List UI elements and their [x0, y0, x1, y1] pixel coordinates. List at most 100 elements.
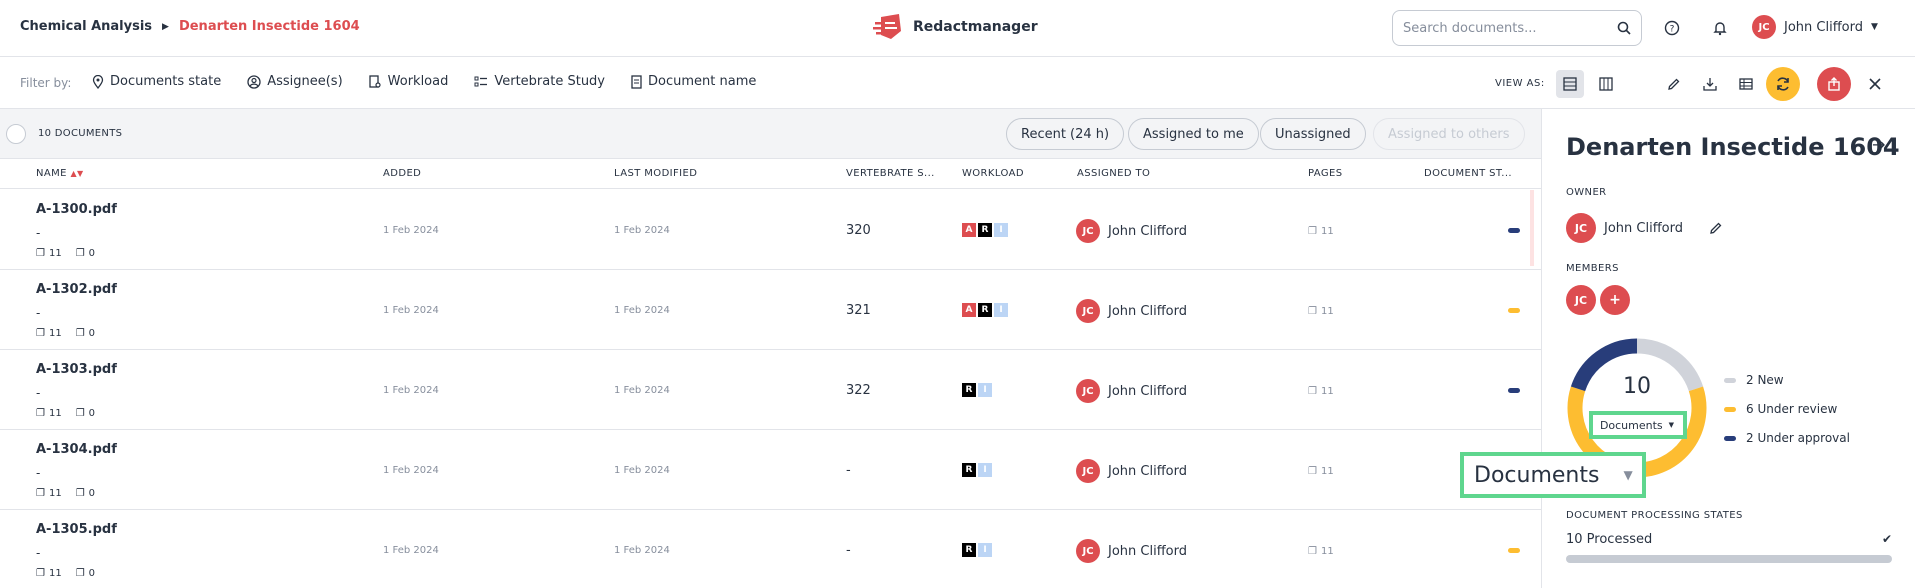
table-row[interactable]: A-1300.pdf - ❐ 11 ❐ 0 1 Feb 2024 1 Feb 202… — [0, 190, 1541, 270]
file-subtitle: - — [36, 386, 41, 400]
avatar: JC — [1076, 379, 1100, 403]
pages-icon: ❐ — [1308, 466, 1317, 477]
column-header-name[interactable]: NAME ▲▼ — [36, 168, 84, 179]
help-icon[interactable]: ? — [1661, 17, 1683, 39]
file-name[interactable]: A-1304.pdf — [36, 442, 117, 457]
breadcrumb-current[interactable]: Denarten Insectide 1604 — [179, 19, 360, 34]
added-date: 1 Feb 2024 — [383, 305, 439, 316]
assignee[interactable]: JC John Clifford — [1076, 539, 1187, 563]
workload-redaction-badge: R — [978, 223, 992, 237]
comments-icon: ❐ — [75, 408, 85, 419]
quick-filter-recent[interactable]: Recent (24 h) — [1006, 118, 1125, 150]
owner: JC John Clifford — [1566, 213, 1723, 243]
assignee-name: John Clifford — [1108, 383, 1187, 399]
pages-icon: ❐ — [36, 408, 45, 419]
pages-icon: ❐ — [36, 328, 45, 339]
user-menu[interactable]: JC John Clifford ▼ — [1752, 15, 1878, 39]
file-subtitle: - — [36, 226, 41, 240]
refresh-icon — [1777, 77, 1789, 91]
assignee[interactable]: JC John Clifford — [1076, 219, 1187, 243]
filter-vertebrate-study[interactable]: Vertebrate Study — [474, 74, 605, 89]
column-header-assigned-to[interactable]: ASSIGNED TO — [1077, 168, 1150, 179]
filter-document-name[interactable]: Document name — [631, 74, 756, 89]
file-name[interactable]: A-1302.pdf — [36, 282, 117, 297]
modified-date: 1 Feb 2024 — [614, 385, 670, 396]
search-icon[interactable] — [1617, 21, 1631, 35]
download-button[interactable] — [1696, 70, 1724, 98]
legend-item: 2 New — [1724, 373, 1850, 387]
workload-annotation-badge: A — [962, 303, 976, 317]
quick-filter-unassigned[interactable]: Unassigned — [1260, 118, 1366, 150]
top-bar: Chemical Analysis ▶ Denarten Insectide 1… — [0, 0, 1915, 57]
assignee-name: John Clifford — [1108, 543, 1187, 559]
column-header-workload[interactable]: WORKLOAD — [962, 168, 1024, 179]
list-view-icon — [1563, 77, 1577, 91]
column-header-last-modified[interactable]: LAST MODIFIED — [614, 168, 697, 179]
filter-assignees[interactable]: Assignee(s) — [247, 74, 343, 89]
workload-redaction-badge: R — [962, 383, 976, 397]
assignee[interactable]: JC John Clifford — [1076, 299, 1187, 323]
column-header-vertebrate-study[interactable]: VERTEBRATE S... — [846, 168, 935, 179]
assignee[interactable]: JC John Clifford — [1076, 379, 1187, 403]
list-view-button[interactable] — [1556, 70, 1584, 98]
member-avatar[interactable]: JC — [1566, 285, 1596, 315]
processing-label: DOCUMENT PROCESSING STATES — [1566, 510, 1743, 521]
document-status-indicator — [1508, 228, 1520, 233]
pages-icon: ❐ — [36, 568, 45, 579]
vertebrate-study-value: 321 — [846, 303, 871, 318]
user-circle-icon — [247, 74, 261, 89]
sort-icon[interactable]: ▲▼ — [70, 169, 83, 178]
zoom-label: Documents — [1474, 462, 1600, 488]
page-count: ❐ 11 — [1308, 306, 1334, 317]
column-header-document-status[interactable]: DOCUMENT ST... — [1424, 168, 1512, 179]
quick-filter-assigned-to-me[interactable]: Assigned to me — [1128, 118, 1259, 150]
workload-redaction-badge: R — [962, 463, 976, 477]
filter-workload[interactable]: Workload — [369, 74, 448, 89]
members-label: MEMBERS — [1566, 263, 1619, 274]
vertebrate-study-value: - — [846, 543, 851, 558]
document-count: 10 DOCUMENTS — [38, 128, 123, 139]
file-name[interactable]: A-1303.pdf — [36, 362, 117, 377]
table-row[interactable]: A-1305.pdf - ❐ 11 ❐ 0 1 Feb 2024 1 Feb 202… — [0, 510, 1541, 588]
view-as-label: VIEW AS: — [1495, 78, 1545, 89]
table-row[interactable]: A-1304.pdf - ❐ 11 ❐ 0 1 Feb 2024 1 Feb 202… — [0, 430, 1541, 510]
filter-documents-state[interactable]: Documents state — [92, 74, 221, 89]
select-all-checkbox[interactable] — [6, 124, 26, 144]
workload-redaction-badge: R — [978, 303, 992, 317]
columns-icon — [1599, 77, 1613, 91]
workload-badges: ARI — [962, 223, 1008, 237]
quick-filter-assigned-to-others[interactable]: Assigned to others — [1373, 118, 1525, 150]
pages-icon: ❐ — [1308, 546, 1317, 557]
add-member-button[interactable]: + — [1600, 285, 1630, 315]
arrow-right-icon[interactable]: → — [1872, 135, 1885, 154]
brand-logo[interactable]: Redactmanager — [873, 13, 1038, 41]
board-view-button[interactable] — [1592, 70, 1620, 98]
breadcrumb-root[interactable]: Chemical Analysis — [20, 19, 152, 34]
file-name[interactable]: A-1300.pdf — [36, 202, 117, 217]
bell-icon[interactable] — [1709, 17, 1731, 39]
table-row[interactable]: A-1302.pdf - ❐ 11 ❐ 0 1 Feb 2024 1 Feb 202… — [0, 270, 1541, 350]
pages-icon: ❐ — [36, 488, 45, 499]
filter-bar: Filter by: Documents state Assignee(s) W… — [0, 57, 1915, 109]
upload-icon — [1828, 77, 1840, 91]
close-button[interactable] — [1858, 67, 1892, 101]
redact-logo-icon — [873, 14, 901, 39]
edit-button[interactable] — [1660, 70, 1688, 98]
table-row[interactable]: A-1303.pdf - ❐ 11 ❐ 0 1 Feb 2024 1 Feb 202… — [0, 350, 1541, 430]
file-meta: ❐ 11 ❐ 0 — [36, 248, 96, 259]
upload-button[interactable] — [1817, 67, 1851, 101]
file-name[interactable]: A-1305.pdf — [36, 522, 117, 537]
pencil-icon[interactable] — [1709, 221, 1723, 235]
workload-badges: ARI — [962, 303, 1008, 317]
donut-legend: 2 New 6 Under review 2 Under approval — [1724, 373, 1850, 460]
table-export-button[interactable] — [1732, 70, 1760, 98]
reanalyze-button[interactable] — [1766, 67, 1800, 101]
avatar: JC — [1076, 539, 1100, 563]
assignee[interactable]: JC John Clifford — [1076, 459, 1187, 483]
vertebrate-study-value: 322 — [846, 383, 871, 398]
column-header-added[interactable]: ADDED — [383, 168, 421, 179]
file-subtitle: - — [36, 306, 41, 320]
search-input[interactable]: Search documents... — [1392, 10, 1642, 46]
panel-title: Denarten Insectide 1604 — [1566, 133, 1900, 161]
column-header-pages[interactable]: PAGES — [1308, 168, 1342, 179]
